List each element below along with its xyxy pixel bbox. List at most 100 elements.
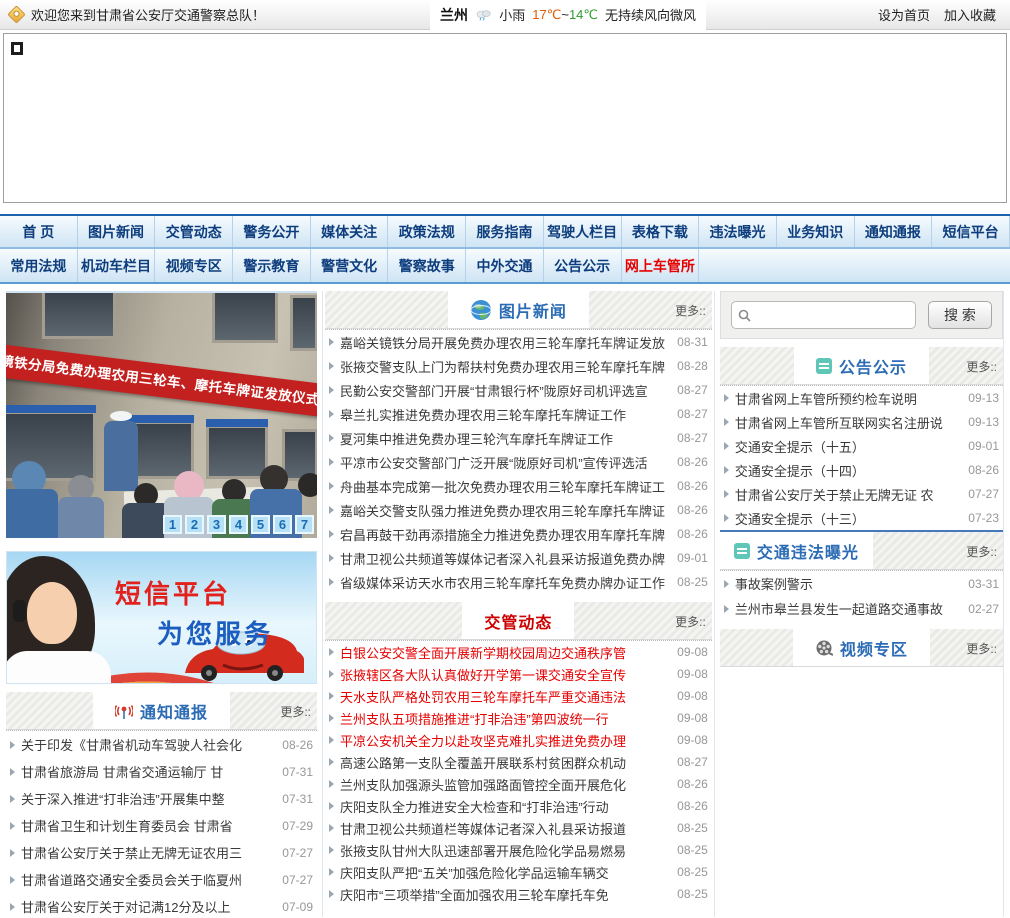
nav-police-story[interactable]: 警察故事 [388,249,467,282]
list-item[interactable]: 省级媒体采访天水市农用三轮车摩托车免费办牌办证工作 08-25 [325,570,712,594]
list-item[interactable]: 甘肃卫视公共频道等媒体记者深入礼县采访报道免费办牌 09-01 [325,546,712,570]
list-item[interactable]: 甘肃省公安厅关于禁止无牌无证 农 07-27 [720,482,1003,506]
nav-police-culture[interactable]: 警营文化 [311,249,389,282]
list-item[interactable]: 甘肃省卫生和计划生育委员会 甘肃省 07-29 [6,812,317,839]
slideshow-page-6[interactable]: 6 [273,515,292,534]
list-item[interactable]: 甘肃省网上车管所预约检车说明 09-13 [720,386,1003,410]
nav-violations[interactable]: 违法曝光 [699,216,777,247]
notices-section-header: 通知通报 更多:: [6,692,317,730]
bullet-arrow-icon [723,514,729,522]
list-item[interactable]: 甘肃省旅游局 甘肃省交通运输厅 甘 07-31 [6,758,317,785]
notices-more-link[interactable]: 更多:: [280,703,311,720]
list-item[interactable]: 交通安全提示（十五） 09-01 [720,434,1003,458]
bullet-arrow-icon [723,579,729,588]
sms-banner-line1: 短信平台 [115,579,232,609]
list-item[interactable]: 天水支队严格处罚农用三轮车摩托车严重交通违法 09-08 [325,685,712,707]
list-item[interactable]: 高速公路第一支队全覆盖开展联系村贫困群众机动 08-27 [325,751,712,773]
bullet-arrow-icon [329,670,334,678]
slideshow-page-5[interactable]: 5 [251,515,270,534]
list-item[interactable]: 甘肃省道路交通安全委员会关于临夏州 07-27 [6,866,317,893]
nav-knowledge[interactable]: 业务知识 [777,216,855,247]
list-item[interactable]: 皋兰扎实推进免费办理农用三轮车摩托车牌证工作 08-27 [325,402,712,426]
list-item[interactable]: 平凉公安机关全力以赴攻坚克难扎实推进免费办理 09-08 [325,729,712,751]
list-item[interactable]: 交通安全提示（十三） 07-23 [720,506,1003,530]
traffic-news-list: 白银公安交警全面开展新学期校园周边交通秩序管 09-08 张掖辖区各大队认真做好开… [325,640,712,905]
announcements-more-link[interactable]: 更多:: [966,358,997,375]
list-item[interactable]: 嘉峪关交警支队强力推进免费办理农用三轮车摩托车牌证 08-26 [325,498,712,522]
add-favorite-link[interactable]: 加入收藏 [944,5,996,24]
list-item[interactable]: 兰州支队五项措施推进“打非治违”第四波统一行 09-08 [325,707,712,729]
slideshow-page-4[interactable]: 4 [229,515,248,534]
videos-more-link[interactable]: 更多:: [966,640,997,657]
slideshow-page-2[interactable]: 2 [185,515,204,534]
nav-laws[interactable]: 常用法规 [0,249,78,282]
list-item[interactable]: 甘肃省公安厅关于对记满12分及以上 07-09 [6,893,317,918]
list-item[interactable]: 嘉峪关镜铁分局开展免费办理农用三轮车摩托车牌证发放 08-31 [325,330,712,354]
violations-more-link[interactable]: 更多:: [966,543,997,560]
violations-title: 交通违法曝光 [756,544,859,562]
list-item[interactable]: 舟曲基本完成第一批次免费办理农用三轮车摩托车牌证工 08-26 [325,474,712,498]
list-item[interactable]: 民勤公安交警部门开展“甘肃银行杯”陇原好司机评选宣 08-27 [325,378,712,402]
bullet-arrow-icon [329,458,334,466]
search-button[interactable]: 搜 索 [928,301,992,329]
bullet-arrow-icon [10,794,15,803]
weather-widget: 兰州 小雨 17℃~14℃ 无持续风向微风 [430,0,707,30]
nav-video[interactable]: 视频专区 [155,249,234,282]
bullet-arrow-icon [10,740,15,749]
list-item[interactable]: 白银公安交警全面开展新学期校园周边交通秩序管 09-08 [325,641,712,663]
nav-traffic-news[interactable]: 交管动态 [155,216,234,247]
list-item[interactable]: 交通安全提示（十四） 08-26 [720,458,1003,482]
list-item[interactable]: 庆阳市“三项举措”全面加强农用三轮车摩托车免 08-25 [325,883,712,905]
list-item[interactable]: 平凉市公安交警部门广泛开展“陇原好司机”宣传评选活 08-26 [325,450,712,474]
bullet-arrow-icon [329,692,334,700]
nav-home[interactable]: 首 页 [0,216,78,247]
nav-media[interactable]: 媒体关注 [311,216,389,247]
set-home-link[interactable]: 设为首页 [878,5,930,24]
slideshow-page-7[interactable]: 7 [295,515,314,534]
nav-photo-news[interactable]: 图片新闻 [78,216,156,247]
list-item[interactable]: 张掖辖区各大队认真做好开学第一课交通安全宣传 09-08 [325,663,712,685]
nav-police-open[interactable]: 警务公开 [233,216,311,247]
bullet-arrow-icon [329,714,334,722]
photo-news-more-link[interactable]: 更多:: [675,302,706,319]
nav-driver[interactable]: 驾驶人栏目 [544,216,622,247]
nav-sms[interactable]: 短信平台 [932,216,1010,247]
sms-platform-banner[interactable]: 短信平台 为您服务 [6,551,317,684]
notepad-icon [815,357,832,374]
list-item[interactable]: 宕昌再鼓干劲再添措施全力推进免费办理农用车摩托车牌 08-26 [325,522,712,546]
list-item[interactable]: 张掖支队甘州大队迅速部署开展危险化学品易燃易 08-25 [325,839,712,861]
list-item[interactable]: 甘肃省公安厅关于禁止无牌无证农用三 07-27 [6,839,317,866]
nav-online-dmv[interactable]: 网上车管所 [622,249,700,282]
list-item[interactable]: 庆阳支队严把“五关”加强危险化学品运输车辆交 08-25 [325,861,712,883]
rain-cloud-icon [476,9,491,20]
list-item[interactable]: 夏河集中推进免费办理三轮汽车摩托车牌证工作 08-27 [325,426,712,450]
nav-service-guide[interactable]: 服务指南 [466,216,544,247]
nav-vehicle[interactable]: 机动车栏目 [78,249,156,282]
nav-announcements[interactable]: 公告公示 [544,249,622,282]
list-item[interactable]: 甘肃省网上车管所互联网实名注册说 09-13 [720,410,1003,434]
bullet-arrow-icon [329,578,334,586]
search-input[interactable] [730,301,916,329]
list-item[interactable]: 兰州市皋兰县发生一起道路交通事故 02-27 [720,596,1003,621]
bullet-arrow-icon [723,394,729,402]
slideshow-page-3[interactable]: 3 [207,515,226,534]
notices-title: 通知通报 [139,704,208,722]
announcements-section-header: 公告公示 更多:: [719,347,1003,385]
slideshow-page-1[interactable]: 1 [163,515,182,534]
list-item[interactable]: 庆阳支队全力推进安全大检查和“打非治违”行动 08-26 [325,795,712,817]
bullet-arrow-icon [329,338,334,346]
list-item[interactable]: 张掖交警支队上门为帮扶村免费办理农用三轮车摩托车牌 08-28 [325,354,712,378]
list-item[interactable]: 关于印发《甘肃省机动车驾驶人社会化 08-26 [6,731,317,758]
list-item[interactable]: 兰州支队加强源头监管加强路面管控全面开展危化 08-26 [325,773,712,795]
nav-notices[interactable]: 通知通报 [855,216,933,247]
nav-policy[interactable]: 政策法规 [388,216,467,247]
nav-forms[interactable]: 表格下载 [622,216,700,247]
nav-warning-edu[interactable]: 警示教育 [233,249,311,282]
slideshow-photo[interactable]: 镜铁分局免费办理农用三轮车、摩托车牌证发放仪式 1 2 3 4 5 6 7 [6,291,317,538]
list-item[interactable]: 甘肃卫视公共频道栏等媒体记者深入礼县采访报道 08-25 [325,817,712,839]
list-item[interactable]: 事故案例警示 03-31 [720,571,1003,596]
weather-city: 兰州 [440,6,469,23]
list-item[interactable]: 关于深入推进“打非治违”开展集中整 07-31 [6,785,317,812]
nav-world-traffic[interactable]: 中外交通 [466,249,544,282]
traffic-news-more-link[interactable]: 更多:: [675,613,706,630]
